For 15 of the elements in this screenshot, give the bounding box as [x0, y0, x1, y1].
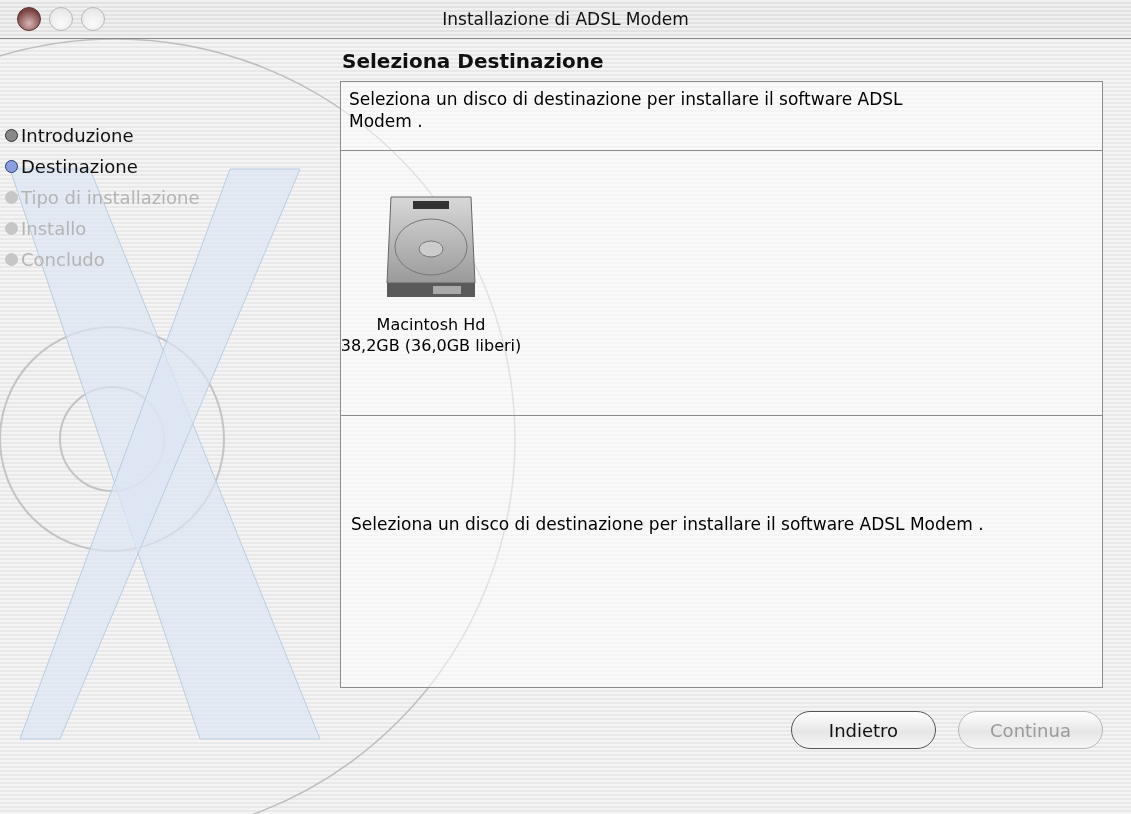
zoom-button[interactable]	[81, 7, 105, 31]
step-label: Introduzione	[21, 125, 134, 146]
page-heading: Seleziona Destinazione	[341, 49, 605, 73]
description-text: Seleziona un disco di destinazione per installare il software ADSL Modem .	[350, 513, 985, 536]
minimize-button[interactable]	[49, 7, 73, 31]
step-label: Installo	[21, 218, 87, 239]
step-label: Tipo di installazione	[21, 187, 200, 208]
step-label: Concludo	[21, 249, 105, 270]
step-label: Destinazione	[21, 156, 138, 177]
window-title: Installazione di ADSL Modem	[442, 9, 689, 29]
disk-size: 38,2GB (36,0GB liberi)	[340, 336, 522, 355]
disk-name[interactable]: Macintosh Hd	[376, 315, 486, 334]
prompt-text: Seleziona un disco di destinazione per installare il software ADSL Modem .	[349, 88, 904, 133]
nav-button[interactable]: Indietro	[791, 711, 936, 749]
close-button[interactable]	[17, 7, 41, 31]
